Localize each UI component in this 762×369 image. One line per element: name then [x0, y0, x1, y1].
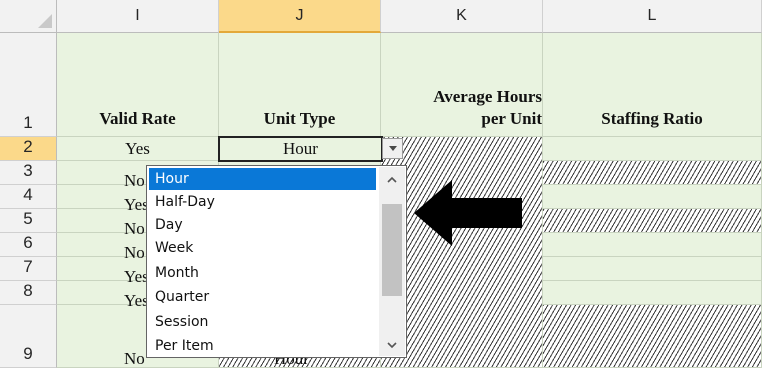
staffing-ratio-cell[interactable] — [543, 137, 762, 161]
header-average-hours[interactable]: Average Hours per Unit — [381, 33, 543, 137]
header-average-hours-line1: Average Hours — [433, 87, 542, 106]
column-header-i[interactable]: I — [57, 0, 219, 33]
spreadsheet: I J K L 1 2 3 4 5 6 7 8 9 Valid Rate Uni… — [0, 0, 762, 368]
staffing-ratio-cell[interactable] — [543, 233, 762, 257]
row-header-6[interactable]: 6 — [0, 233, 57, 257]
column-header-l[interactable]: L — [543, 0, 762, 33]
row-header-1[interactable]: 1 — [0, 33, 57, 137]
unit-type-dropdown-list[interactable]: Hour Half-Day Day Week Month Quarter Ses… — [146, 165, 407, 358]
row-header-7[interactable]: 7 — [0, 257, 57, 281]
dropdown-option-per-item[interactable]: Per Item — [149, 335, 376, 357]
valid-rate-partial: No — [124, 171, 145, 190]
dropdown-option-month[interactable]: Month — [149, 262, 376, 284]
scroll-down-icon[interactable] — [385, 338, 399, 352]
dropdown-button[interactable] — [382, 138, 403, 159]
dropdown-arrow-icon — [388, 146, 397, 151]
valid-rate-partial: No — [124, 219, 145, 238]
header-average-hours-line2: per Unit — [481, 109, 542, 128]
header-unit-type[interactable]: Unit Type — [219, 33, 381, 137]
staffing-ratio-cell[interactable] — [543, 209, 762, 233]
dropdown-option-quarter[interactable]: Quarter — [149, 286, 376, 308]
staffing-ratio-cell[interactable] — [543, 257, 762, 281]
staffing-ratio-cell[interactable] — [543, 185, 762, 209]
left-arrow-icon — [414, 180, 522, 246]
row-header-5[interactable]: 5 — [0, 209, 57, 233]
row-header-8[interactable]: 8 — [0, 281, 57, 305]
row-header-4[interactable]: 4 — [0, 185, 57, 209]
valid-rate-partial: No — [124, 243, 145, 262]
staffing-ratio-cell[interactable] — [543, 161, 762, 185]
column-header-j[interactable]: J — [219, 0, 381, 33]
staffing-ratio-cell[interactable] — [543, 281, 762, 305]
valid-rate-partial: No — [124, 349, 145, 368]
staffing-ratio-cell[interactable] — [543, 305, 762, 368]
dropdown-option-session[interactable]: Session — [149, 311, 376, 333]
row-header-9[interactable]: 9 — [0, 305, 57, 368]
scroll-up-icon[interactable] — [385, 173, 399, 187]
scroll-thumb[interactable] — [382, 204, 402, 296]
header-staffing-ratio[interactable]: Staffing Ratio — [543, 33, 762, 137]
valid-rate-cell[interactable]: Yes — [57, 137, 219, 161]
select-all-corner[interactable] — [0, 0, 57, 33]
header-valid-rate[interactable]: Valid Rate — [57, 33, 219, 137]
unit-type-selected-cell[interactable]: Hour — [218, 136, 383, 162]
row-header-2[interactable]: 2 — [0, 137, 57, 161]
column-header-k[interactable]: K — [381, 0, 543, 33]
dropdown-option-day[interactable]: Day — [149, 214, 376, 236]
dropdown-scrollbar[interactable] — [379, 167, 405, 356]
dropdown-option-half-day[interactable]: Half-Day — [149, 191, 376, 213]
dropdown-option-week[interactable]: Week — [149, 237, 376, 259]
row-header-3[interactable]: 3 — [0, 161, 57, 185]
dropdown-option-hour[interactable]: Hour — [149, 168, 376, 190]
